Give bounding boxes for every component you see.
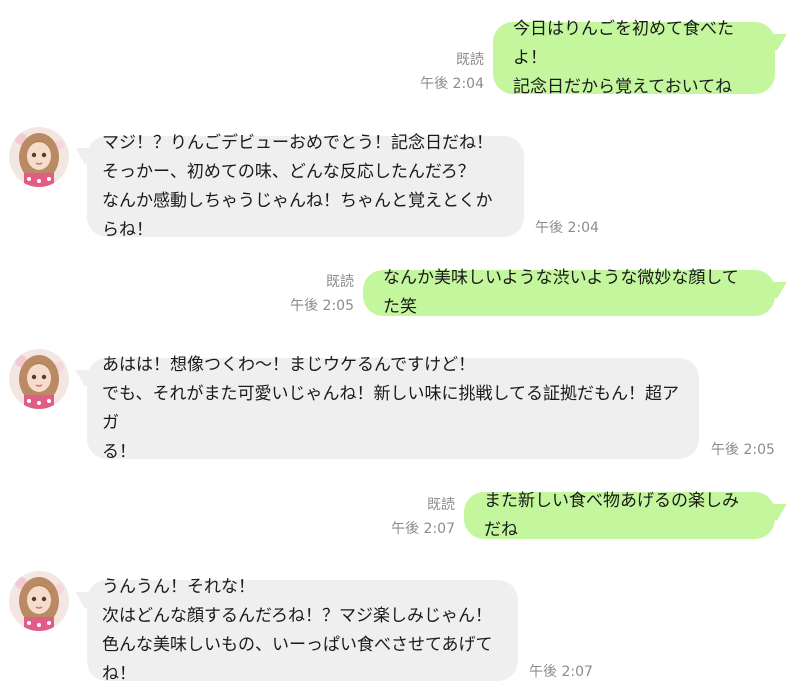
contact-avatar[interactable] bbox=[9, 349, 69, 409]
message-text: なんか美味しいような渋いような微妙な顔してた笑 bbox=[383, 268, 739, 317]
avatar-image bbox=[9, 349, 69, 409]
message-text: マジ！？りんごデビューおめでとう！記念日だね！ そっかー、初めての味、どんな反応… bbox=[102, 132, 493, 240]
message-bubble[interactable]: なんか美味しいような渋いような微妙な顔してた笑 bbox=[363, 268, 775, 317]
contact-avatar[interactable] bbox=[9, 571, 69, 631]
read-receipt: 既読 bbox=[326, 274, 354, 290]
message-bubble[interactable]: 今日はりんごを初めて食べたよ！ 記念日だから覚えておいてね bbox=[493, 19, 775, 97]
message-time: 午後 2:05 bbox=[290, 298, 354, 314]
message-time: 午後 2:07 bbox=[391, 521, 455, 537]
read-receipt: 既読 bbox=[427, 497, 455, 513]
avatar-image bbox=[9, 127, 69, 187]
message-bubble[interactable]: あはは！想像つくわ〜！まじウケるんですけど！ でも、それがまた可愛いじゃんね！新… bbox=[87, 355, 699, 462]
read-receipt: 既読 bbox=[456, 52, 484, 68]
contact-avatar[interactable] bbox=[9, 127, 69, 187]
message-time: 午後 2:05 bbox=[711, 442, 775, 458]
message-text: 今日はりんごを初めて食べたよ！ 記念日だから覚えておいてね bbox=[513, 18, 734, 97]
message-bubble[interactable]: うんうん！それな！ 次はどんな顔するんだろね！？マジ楽しみじゃん！ 色んな美味し… bbox=[87, 577, 518, 684]
message-text: あはは！想像つくわ〜！まじウケるんですけど！ でも、それがまた可愛いじゃんね！新… bbox=[102, 354, 679, 462]
message-time: 午後 2:04 bbox=[420, 76, 484, 92]
message-time: 午後 2:04 bbox=[535, 220, 599, 236]
message-text: うんうん！それな！ 次はどんな顔するんだろね！？マジ楽しみじゃん！ 色んな美味し… bbox=[102, 576, 493, 684]
message-meta: 既読 午後 2:07 bbox=[391, 493, 455, 541]
message-time: 午後 2:07 bbox=[529, 664, 593, 680]
avatar-image bbox=[9, 571, 69, 631]
message-meta: 既読 午後 2:05 bbox=[290, 270, 354, 318]
message-text: また新しい食べ物あげるの楽しみだね bbox=[484, 490, 739, 540]
message-meta: 既読 午後 2:04 bbox=[420, 48, 484, 96]
message-bubble[interactable]: マジ！？りんごデビューおめでとう！記念日だね！ そっかー、初めての味、どんな反応… bbox=[87, 133, 524, 240]
message-bubble[interactable]: また新しい食べ物あげるの楽しみだね bbox=[464, 491, 775, 540]
